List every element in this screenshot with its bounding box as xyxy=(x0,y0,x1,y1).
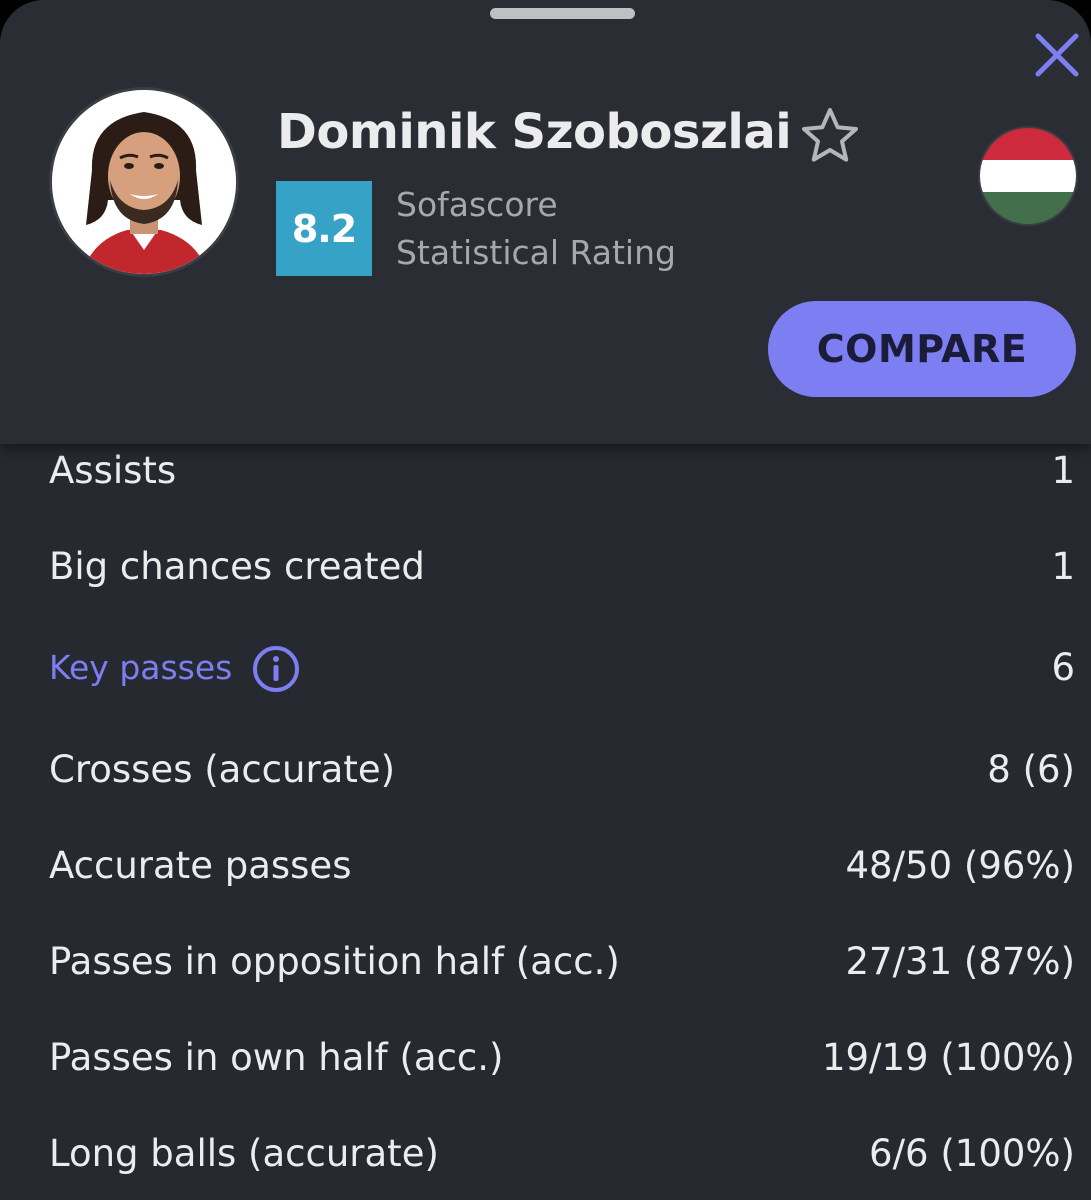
info-icon[interactable] xyxy=(251,644,301,694)
stat-value: 6 xyxy=(1051,646,1075,689)
stat-value: 1 xyxy=(1051,545,1075,588)
sheet-grab-handle[interactable] xyxy=(490,8,635,19)
stat-value: 19/19 (100%) xyxy=(821,1036,1075,1079)
stat-row-assists: Assists 1 xyxy=(0,441,1091,501)
stat-value: 27/31 (87%) xyxy=(845,940,1076,983)
close-icon[interactable] xyxy=(1030,28,1084,82)
stat-value: 1 xyxy=(1051,449,1075,492)
stat-row-accurate-passes: Accurate passes 48/50 (96%) xyxy=(0,836,1091,896)
stat-row-crosses: Crosses (accurate) 8 (6) xyxy=(0,740,1091,800)
stat-label: Crosses (accurate) xyxy=(49,748,396,791)
stat-value: 6/6 (100%) xyxy=(869,1132,1075,1175)
stat-row-opposition-half-passes: Passes in opposition half (acc.) 27/31 (… xyxy=(0,932,1091,992)
stat-row-key-passes: Key passes 6 xyxy=(0,638,1091,698)
player-name: Dominik Szoboszlai xyxy=(277,104,792,160)
favorite-star-icon[interactable] xyxy=(800,106,860,164)
compare-button[interactable]: COMPARE xyxy=(768,301,1076,397)
rating-badge: 8.2 xyxy=(276,181,372,276)
key-passes-link[interactable]: Key passes xyxy=(49,638,232,698)
stat-label: Big chances created xyxy=(49,545,425,588)
stat-label: Accurate passes xyxy=(49,844,352,887)
stat-label: Long balls (accurate) xyxy=(49,1132,439,1175)
stat-row-long-balls: Long balls (accurate) 6/6 (100%) xyxy=(0,1124,1091,1184)
hungary-flag-icon xyxy=(980,128,1076,224)
player-photo xyxy=(52,90,236,274)
player-header: Dominik Szoboszlai 8.2 Sofascore Statist… xyxy=(0,0,1091,444)
stat-value: 8 (6) xyxy=(987,748,1075,791)
player-avatar xyxy=(49,87,239,277)
stat-label: Passes in own half (acc.) xyxy=(49,1036,504,1079)
rating-type-label: Statistical Rating xyxy=(396,233,676,272)
stat-value: 48/50 (96%) xyxy=(845,844,1076,887)
stat-label: Assists xyxy=(49,449,177,492)
stat-label: Passes in opposition half (acc.) xyxy=(49,940,620,983)
stat-row-big-chances: Big chances created 1 xyxy=(0,537,1091,597)
player-stats-sheet: Dominik Szoboszlai 8.2 Sofascore Statist… xyxy=(0,0,1091,1200)
rating-source-label: Sofascore xyxy=(396,185,558,224)
stat-row-own-half-passes: Passes in own half (acc.) 19/19 (100%) xyxy=(0,1028,1091,1088)
